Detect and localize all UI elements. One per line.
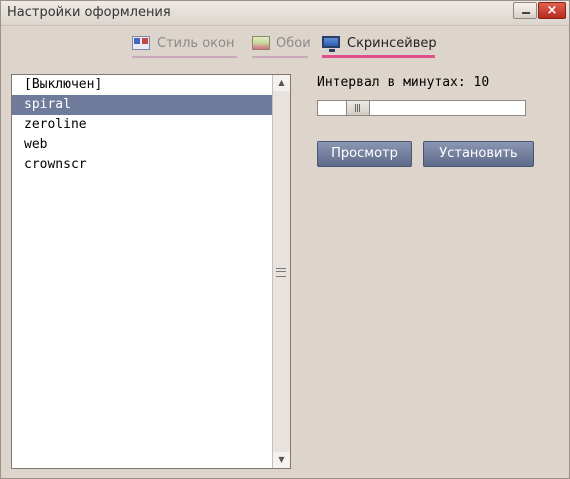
scroll-up-arrow-icon[interactable]: ▲ xyxy=(273,75,290,91)
tab-wallpaper-label: Обои xyxy=(276,36,311,51)
settings-window: Настройки оформления × Стиль окон Обои С… xyxy=(0,0,570,479)
list-item[interactable]: spiral xyxy=(12,95,273,115)
tab-window-style-label: Стиль окон xyxy=(157,36,235,51)
list-item[interactable]: [Выключен] xyxy=(12,75,273,95)
tab-underline xyxy=(322,55,435,58)
list-item[interactable]: zeroline xyxy=(12,115,273,135)
grip-icon xyxy=(276,268,286,277)
list-item[interactable]: web xyxy=(12,135,273,155)
interval-slider[interactable] xyxy=(317,100,526,116)
list-item[interactable]: crownscr xyxy=(12,155,273,175)
slider-handle[interactable] xyxy=(346,101,370,115)
tab-bar: Стиль окон Обои Скринсейвер xyxy=(1,34,570,60)
monitor-icon xyxy=(322,36,340,52)
tab-screensaver-label: Скринсейвер xyxy=(347,36,437,51)
tab-wallpaper[interactable]: Обои xyxy=(252,34,311,58)
window-style-icon xyxy=(132,36,150,50)
scrollbar-thumb[interactable] xyxy=(273,91,290,452)
title-bar[interactable]: Настройки оформления × xyxy=(1,1,569,26)
scroll-down-arrow-icon[interactable]: ▼ xyxy=(273,452,290,468)
tab-window-style[interactable]: Стиль окон xyxy=(132,34,237,58)
window-title: Настройки оформления xyxy=(7,5,171,20)
list-scrollbar[interactable]: ▲ ▼ xyxy=(272,75,290,468)
install-button[interactable]: Установить xyxy=(423,141,534,167)
tab-underline xyxy=(252,56,308,58)
preview-button[interactable]: Просмотр xyxy=(317,141,412,167)
wallpaper-icon xyxy=(252,36,270,50)
screensaver-list[interactable]: [Выключен] spiral zeroline web crownscr … xyxy=(11,74,291,469)
screensaver-list-items: [Выключен] spiral zeroline web crownscr xyxy=(12,75,273,468)
close-button[interactable]: × xyxy=(538,2,566,19)
tab-underline xyxy=(132,56,237,58)
minimize-button[interactable] xyxy=(513,2,537,19)
interval-label: Интервал в минутах: 10 xyxy=(317,75,490,90)
tab-screensaver[interactable]: Скринсейвер xyxy=(322,34,437,58)
